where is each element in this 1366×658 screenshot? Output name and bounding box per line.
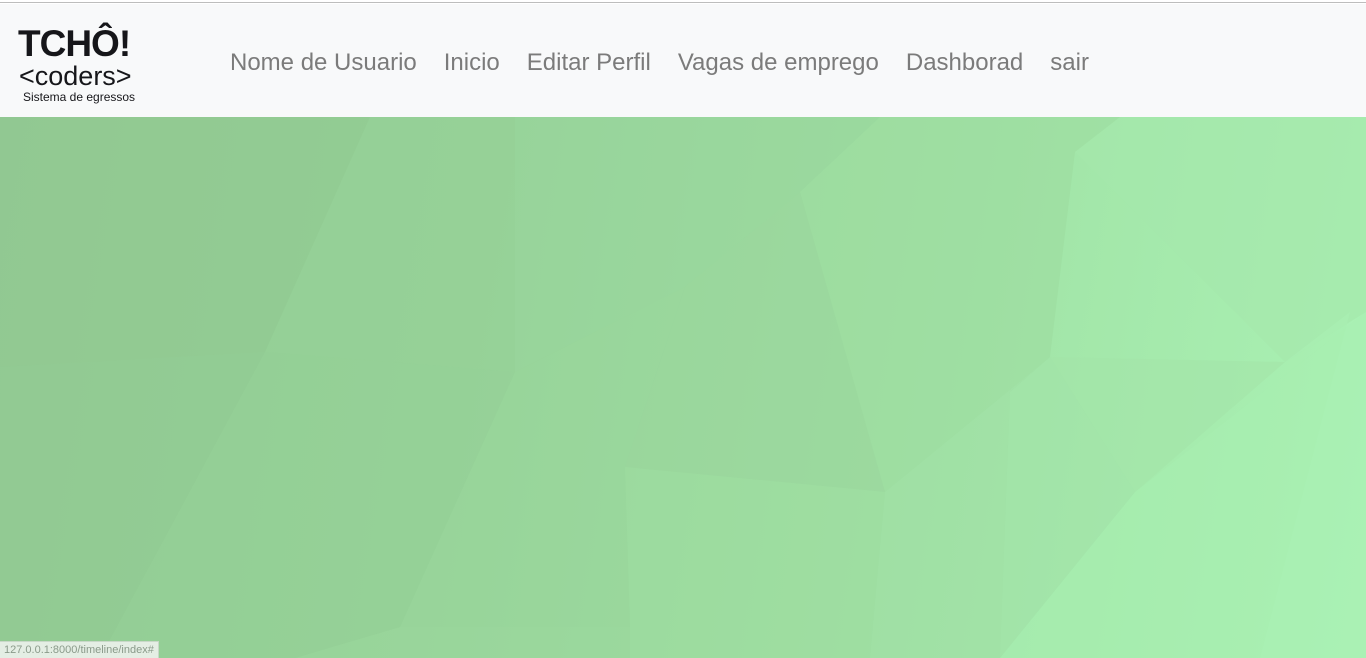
nav-item-editar-perfil[interactable]: Editar Perfil (527, 48, 651, 78)
logo-subtitle: <coders> (19, 61, 132, 91)
window-top-border (0, 0, 1366, 3)
nav-item-inicio[interactable]: Inicio (444, 48, 500, 78)
navbar: TCHÔ! <coders> Sistema de egressos Nome … (0, 4, 1366, 117)
nav-item-username[interactable]: Nome de Usuario (230, 48, 417, 78)
nav-item-sair[interactable]: sair (1050, 48, 1089, 78)
logo-tagline: Sistema de egressos (23, 90, 136, 104)
status-bar-url: 127.0.0.1:8000/timeline/index# (0, 641, 159, 658)
logo-title: TCHÔ! (18, 23, 131, 64)
main-nav: Nome de Usuario Inicio Editar Perfil Vag… (230, 48, 1116, 78)
brand-logo[interactable]: TCHÔ! <coders> Sistema de egressos (14, 24, 154, 106)
nav-item-vagas-de-emprego[interactable]: Vagas de emprego (678, 48, 879, 78)
page: TCHÔ! <coders> Sistema de egressos Nome … (0, 0, 1366, 658)
nav-item-dashboard[interactable]: Dashborad (906, 48, 1023, 78)
hero-background (0, 117, 1366, 658)
low-poly-pattern (0, 117, 1366, 658)
